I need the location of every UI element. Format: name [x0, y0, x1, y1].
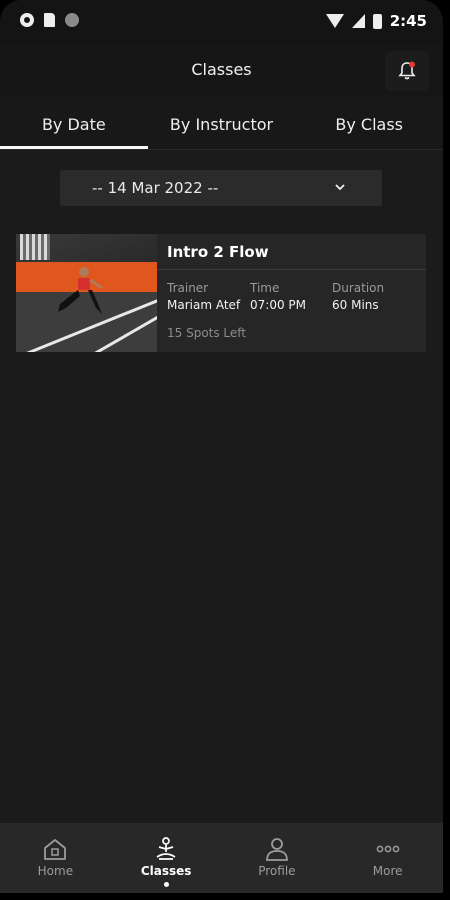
- tab-by-class[interactable]: By Class: [295, 96, 443, 149]
- nav-home[interactable]: Home: [0, 823, 111, 893]
- settings-status-icon: [20, 13, 34, 27]
- exercise-figure-icon: [58, 267, 103, 314]
- date-dropdown-value: -- 14 Mar 2022 --: [92, 179, 219, 197]
- notifications-button[interactable]: [385, 51, 429, 91]
- time-value: 07:00 PM: [250, 298, 306, 312]
- active-indicator-dot: [163, 882, 169, 887]
- class-thumbnail: [16, 234, 157, 352]
- nav-profile-label: Profile: [258, 864, 296, 878]
- date-dropdown[interactable]: -- 14 Mar 2022 --: [60, 170, 382, 206]
- time-label: Time: [250, 281, 280, 295]
- duration-value: 60 Mins: [332, 298, 379, 312]
- bell-icon: [398, 61, 416, 80]
- person-icon: [265, 838, 288, 861]
- meditation-icon: [156, 837, 176, 860]
- notification-dot-icon: [65, 13, 79, 27]
- app-screen: 2:45 Classes By Date By Instructor By Cl…: [0, 0, 443, 893]
- bottom-navigation: Home Classes Profile More: [0, 823, 443, 893]
- class-title: Intro 2 Flow: [167, 243, 269, 261]
- nav-more-label: More: [372, 864, 403, 878]
- trainer-label: Trainer: [167, 281, 209, 295]
- card-divider: [157, 269, 426, 270]
- battery-icon: [372, 13, 382, 29]
- tab-by-instructor[interactable]: By Instructor: [148, 96, 296, 149]
- tab-by-date[interactable]: By Date: [0, 96, 148, 149]
- more-dots-icon: [376, 845, 399, 853]
- chevron-down-icon: [335, 184, 345, 191]
- nav-home-label: Home: [37, 864, 74, 878]
- status-time: 2:45: [389, 12, 427, 30]
- wifi-icon: [325, 14, 344, 28]
- nav-classes[interactable]: Classes: [111, 823, 222, 893]
- spots-left: 15 Spots Left: [167, 326, 247, 340]
- trainer-value: Mariam Atef: [167, 298, 241, 312]
- trainer-column: Trainer Mariam Atef: [167, 281, 240, 312]
- home-icon: [44, 839, 67, 860]
- page-title: Classes: [191, 60, 252, 79]
- app-header: Classes: [0, 46, 443, 96]
- nav-classes-label: Classes: [140, 864, 192, 878]
- time-column: Time 07:00 PM: [250, 281, 306, 312]
- sd-card-icon: [44, 13, 55, 27]
- duration-column: Duration 60 Mins: [332, 281, 384, 312]
- signal-icon: [351, 14, 365, 28]
- nav-more[interactable]: More: [332, 823, 443, 893]
- duration-label: Duration: [332, 281, 385, 295]
- filter-tabs: By Date By Instructor By Class: [0, 96, 443, 149]
- tabs-divider: [0, 149, 443, 150]
- class-card[interactable]: Intro 2 Flow Trainer Mariam Atef Time 07…: [16, 234, 426, 352]
- status-bar: 2:45: [0, 0, 443, 46]
- nav-profile[interactable]: Profile: [222, 823, 333, 893]
